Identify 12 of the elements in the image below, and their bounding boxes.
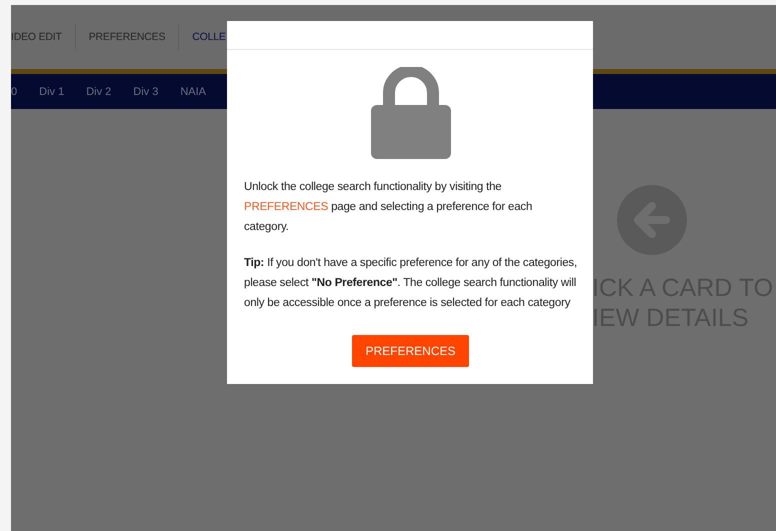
division-tab[interactable]: 0 (11, 86, 18, 98)
tip-text: Tip: If you don't have a specific preference for any of the categories, please select "No Preference". The college search functionality will only be accessible once a preference is selected for each category (244, 256, 577, 311)
nav-tab[interactable]: IDEO EDIT (11, 24, 76, 50)
preferences-button[interactable]: PREFERENCES (352, 335, 469, 367)
division-tab[interactable]: NAIA (180, 86, 206, 98)
division-tab[interactable]: Div 1 (39, 86, 64, 98)
nav-tab[interactable]: PREFERENCES (76, 24, 180, 50)
lock-icon (370, 67, 450, 159)
division-tab[interactable]: Div 2 (86, 86, 112, 98)
division-tab[interactable]: Div 3 (133, 86, 158, 98)
preferences-link[interactable]: PREFERENCES (244, 201, 328, 213)
unlock-message: Unlock the college search functionality by visiting the PREFERENCES page and selecting a preference for each category. (244, 180, 534, 235)
